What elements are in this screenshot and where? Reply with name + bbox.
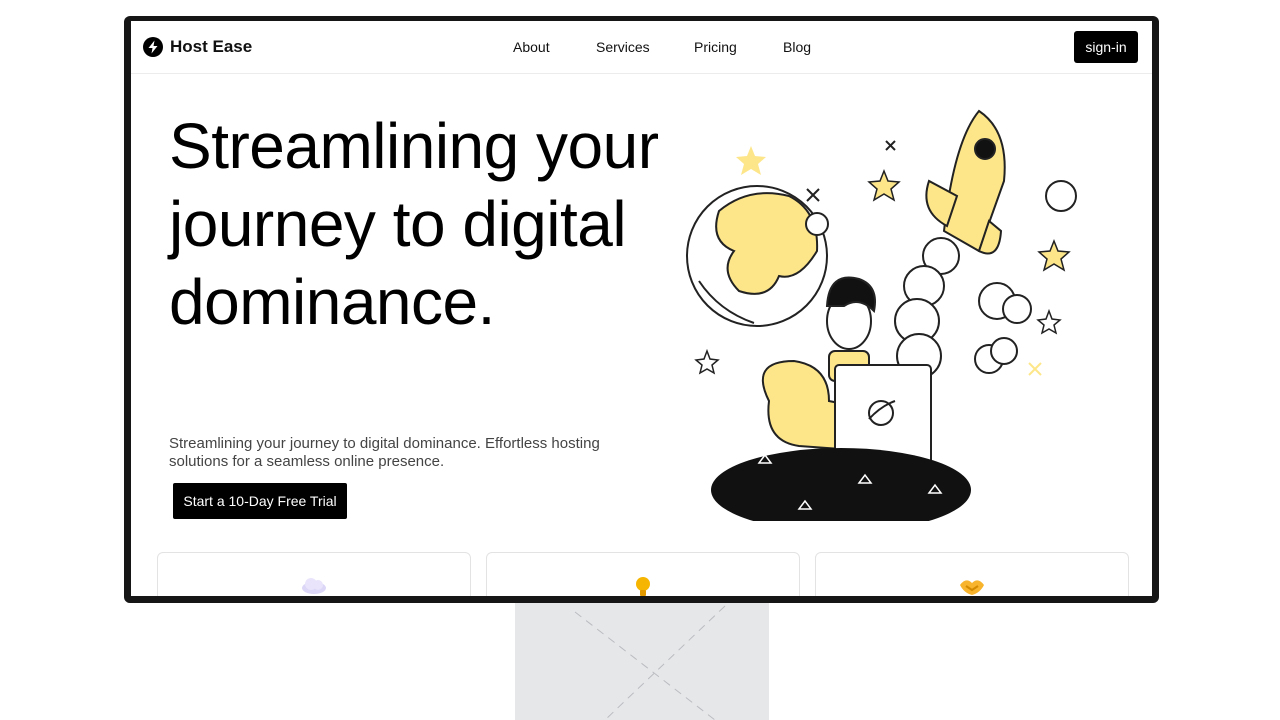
website-screen: Host Ease About Services Pricing Blog si… <box>131 21 1152 596</box>
smoke-trail-graphic <box>894 237 1032 379</box>
cloud-icon <box>302 578 326 594</box>
nav-link-services[interactable]: Services <box>596 39 650 55</box>
feature-card-2[interactable] <box>486 552 800 596</box>
rocket-launch-illustration <box>686 109 1077 521</box>
hero-subtitle: Streamlining your journey to digital dom… <box>169 435 600 470</box>
rocket-graphic <box>925 109 1006 255</box>
free-trial-button[interactable]: Start a 10-Day Free Trial <box>173 483 347 519</box>
handshake-icon <box>960 580 984 595</box>
lightbulb-icon <box>636 577 650 596</box>
feature-card-3[interactable] <box>815 552 1129 596</box>
feature-card-1[interactable] <box>157 552 471 596</box>
brand-name: Host Ease <box>170 37 253 56</box>
nav-link-about[interactable]: About <box>513 39 550 55</box>
top-navbar: Host Ease About Services Pricing Blog si… <box>131 21 1152 74</box>
monitor-stand <box>515 598 769 720</box>
nav-link-pricing[interactable]: Pricing <box>694 39 737 55</box>
hero-title: Streamlining your journey to digital dom… <box>169 110 659 338</box>
nav-link-blog[interactable]: Blog <box>783 39 811 55</box>
sign-in-button[interactable]: sign-in <box>1074 31 1138 63</box>
brand-logo[interactable]: Host Ease <box>143 37 252 57</box>
lightning-bolt-icon <box>143 37 163 57</box>
planet-graphic <box>686 185 829 327</box>
